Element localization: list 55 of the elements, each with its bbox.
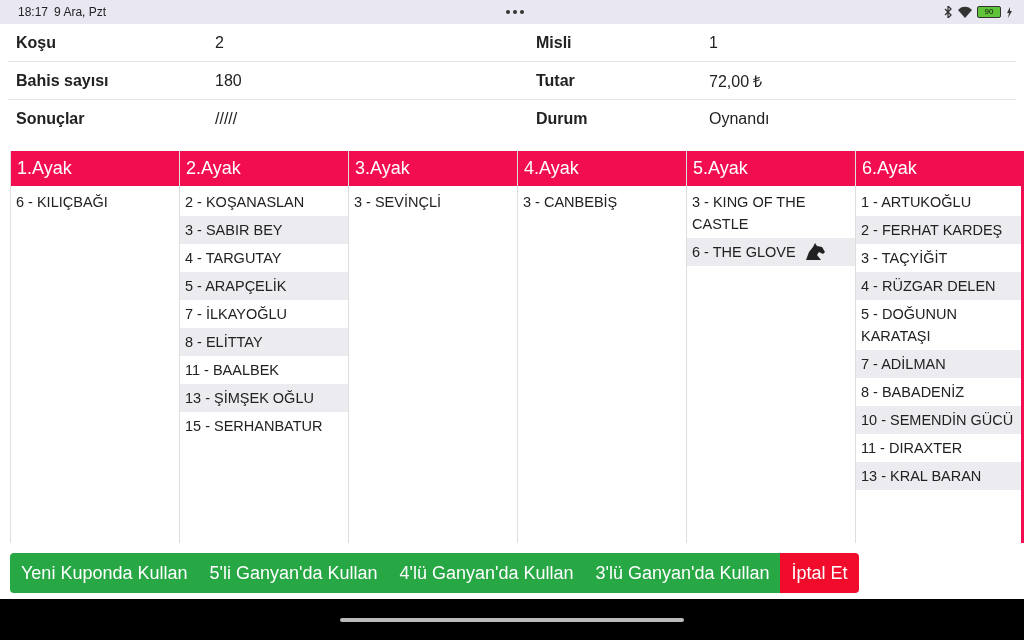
field-label: Tutar	[535, 71, 576, 90]
runner-item: 3 - SEVİNÇLİ	[353, 193, 443, 212]
cancel-button[interactable]: İptal Et	[780, 553, 859, 593]
runner-item: 8 - ELİTTAY	[180, 328, 348, 356]
use-button[interactable]: 4'lü Ganyan'da Kullan	[388, 553, 585, 593]
leg-header: 1.Ayak	[11, 151, 179, 186]
runner-item: 5 - ARAPÇELİK	[180, 272, 348, 300]
runner-item: 10 - SEMENDİN GÜCÜ	[856, 406, 1021, 434]
wifi-icon	[958, 6, 972, 18]
runner-item: 3 - KING OF THE CASTLE	[691, 193, 807, 234]
leg-header: 2.Ayak	[180, 151, 348, 186]
runner-item: 6 - THE GLOVE	[687, 238, 855, 266]
field-value: Oynandı	[708, 109, 771, 128]
field-label: Koşu	[15, 33, 57, 52]
field-value: 2	[214, 33, 225, 52]
runner-item: 7 - ADİLMAN	[856, 350, 1021, 378]
runner-item: 3 - TAÇYİĞİT	[860, 249, 949, 268]
field-label: Sonuçlar	[15, 109, 86, 128]
runner-item: 11 - DIRAXTER	[860, 439, 964, 458]
home-handle[interactable]	[340, 617, 684, 622]
date-text: 9 Ara, Pzt	[54, 5, 107, 19]
runner-item: 1 - ARTUKOĞLU	[860, 193, 973, 212]
runner-item: 15 - SERHANBATUR	[184, 417, 324, 436]
leg-header: 4.Ayak	[518, 151, 686, 186]
more-icon[interactable]	[506, 10, 524, 14]
runner-item: 13 - KRAL BARAN	[856, 462, 1021, 490]
battery-level: 90	[977, 6, 1001, 18]
bluetooth-icon	[943, 6, 953, 18]
runner-item: 3 - CANBEBİŞ	[522, 193, 619, 212]
runner-item: 2 - FERHAT KARDEŞ	[856, 216, 1021, 244]
field-value: 72,00 ₺	[708, 71, 764, 92]
use-button[interactable]: 5'li Ganyan'da Kullan	[198, 553, 389, 593]
use-button[interactable]: 3'lü Ganyan'da Kullan	[584, 553, 781, 593]
runner-item: 11 - BAALBEK	[184, 361, 281, 380]
runner-item: 3 - SABIR BEY	[180, 216, 348, 244]
runner-item: 4 - TARGUTAY	[184, 249, 283, 268]
runner-item: 8 - BABADENİZ	[860, 383, 966, 402]
runner-item: 13 - ŞİMŞEK OĞLU	[180, 384, 348, 412]
charging-icon	[1006, 6, 1012, 18]
leg-header: 3.Ayak	[349, 151, 517, 186]
field-label: Durum	[535, 109, 589, 128]
runner-item: 6 - KILIÇBAĞI	[15, 193, 109, 212]
runner-item: 4 - RÜZGAR DELEN	[856, 272, 1021, 300]
leg-header: 6.Ayak	[856, 151, 1024, 186]
field-value: 1	[708, 33, 719, 52]
runner-item: 7 - İLKAYOĞLU	[184, 305, 289, 324]
field-value: /////	[214, 109, 239, 128]
field-label: Misli	[535, 33, 573, 52]
clock-time: 18:17	[18, 5, 49, 19]
runner-item: 2 - KOŞANASLAN	[184, 193, 306, 212]
runner-item: 5 - DOĞUNUN KARATAŞI	[860, 305, 958, 346]
field-value: 180	[214, 71, 243, 90]
use-button[interactable]: Yeni Kuponda Kullan	[10, 553, 199, 593]
leg-header: 5.Ayak	[687, 151, 855, 186]
field-label: Bahis sayısı	[15, 71, 110, 90]
